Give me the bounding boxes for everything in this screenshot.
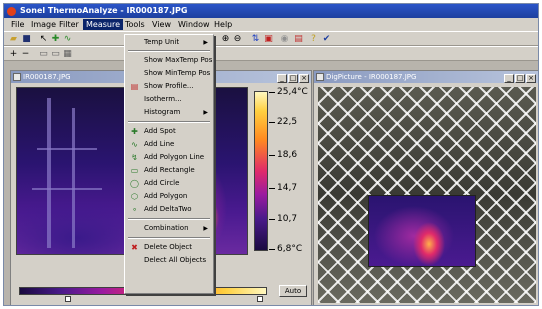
scale-label: 14,7 (277, 183, 298, 193)
thermal-overlay[interactable] (368, 195, 476, 267)
scale-label: 18,6 (277, 150, 298, 160)
photo-window-title: DigPicture - IR000187.JPG (326, 73, 417, 81)
menu-view[interactable]: View (149, 19, 174, 30)
menu-window[interactable]: Window (175, 19, 213, 30)
paste-icon[interactable]: ▭ (50, 49, 61, 59)
submenu-arrow-icon: ▶ (203, 225, 208, 232)
menu-bar: File Image Filter Measure Tools View Win… (4, 18, 538, 31)
menu-item-add-spot[interactable]: ✚ Add Spot (126, 126, 212, 137)
maximize-icon[interactable]: □ (515, 74, 525, 83)
menu-item-show-profile[interactable]: ▤ Show Profile... (126, 81, 212, 92)
title-bar: Sonel ThermoAnalyze - IR000187.JPG (4, 4, 538, 18)
digital-picture-window: DigPicture - IR000187.JPG _ □ × (313, 70, 538, 305)
scale-label-max: 25,4°C (277, 87, 308, 97)
palette-icon[interactable]: ▤ (293, 34, 304, 44)
rectangle-icon: ▭ (130, 166, 139, 175)
zoom-in-icon[interactable]: ⊕ (220, 34, 231, 44)
range-max-handle[interactable] (257, 296, 263, 302)
save-icon[interactable]: ■ (21, 34, 32, 44)
maximize-icon[interactable]: □ (288, 74, 298, 83)
main-toolbar: ▰ ■ ↖ ✚ ∿ ⊕ ⊖ ⇅ ▣ ◉ ▤ ? ✔ (4, 31, 538, 46)
polyline-icon: ↯ (131, 153, 138, 162)
measure-dropdown-menu: Temp Unit ▶ Show MaxTemp Pos Show MinTemp… (124, 34, 214, 294)
menu-item-add-circle[interactable]: ◯ Add Circle (126, 178, 212, 189)
line-icon: ∿ (131, 140, 138, 149)
menu-item-add-polygon[interactable]: ⬡ Add Polygon (126, 191, 212, 202)
menu-item-add-deltatwo[interactable]: ∘ Add DeltaTwo (126, 204, 212, 215)
menu-item-add-line[interactable]: ∿ Add Line (126, 139, 212, 150)
mdi-workspace: IR000187.JPG _ □ × 25,4°C 22,5 18,6 14,7… (4, 61, 538, 305)
thermal-window-title: IR000187.JPG (23, 73, 71, 81)
document-icon (13, 73, 21, 81)
disc-icon[interactable]: ◉ (279, 34, 290, 44)
spot-icon: ✚ (131, 127, 138, 136)
menu-item-isotherm[interactable]: Isotherm... (126, 94, 212, 105)
app-title: Sonel ThermoAnalyze - IR000187.JPG (20, 6, 188, 15)
minus-icon[interactable]: − (20, 49, 31, 59)
add-spot-tool-icon[interactable]: ✚ (50, 34, 61, 44)
menu-item-add-rectangle[interactable]: ▭ Add Rectangle (126, 165, 212, 176)
secondary-toolbar: + − ▭ ▭ ▦ (4, 46, 538, 61)
menu-help[interactable]: Help (211, 19, 235, 30)
circle-icon: ◯ (130, 179, 139, 188)
delete-icon: ✖ (131, 243, 138, 252)
profile-icon: ▤ (130, 82, 139, 91)
photo-window-titlebar: DigPicture - IR000187.JPG _ □ × (314, 71, 538, 83)
menu-item-delete-all-objects[interactable]: Delect All Objects (126, 255, 212, 266)
menu-item-temp-unit[interactable]: Temp Unit ▶ (126, 37, 212, 48)
auto-button[interactable]: Auto (279, 285, 307, 297)
digital-photo (318, 87, 536, 303)
minimize-icon[interactable]: _ (504, 74, 514, 83)
menu-image[interactable]: Image (28, 19, 59, 30)
open-folder-icon[interactable]: ▰ (8, 34, 19, 44)
menu-item-histogram[interactable]: Histogram ▶ (126, 107, 212, 118)
scale-label: 10,7 (277, 214, 298, 224)
delta-icon: ∘ (131, 205, 137, 214)
menu-filter[interactable]: Filter (56, 19, 82, 30)
app-logo-icon (7, 7, 16, 16)
range-min-handle[interactable] (65, 296, 71, 302)
sort-icon[interactable]: ⇅ (250, 34, 261, 44)
scale-label: 22,5 (277, 117, 298, 127)
menu-item-show-mintemp[interactable]: Show MinTemp Pos (126, 68, 212, 79)
submenu-arrow-icon: ▶ (203, 39, 208, 46)
document-icon (316, 73, 324, 81)
copy-icon[interactable]: ▭ (38, 49, 49, 59)
grid-icon[interactable]: ▦ (62, 49, 73, 59)
temperature-scale-bar (254, 91, 268, 251)
scale-label-min: 6,8°C (277, 244, 303, 254)
zoom-out-icon[interactable]: ⊖ (232, 34, 243, 44)
menu-item-show-maxtemp[interactable]: Show MaxTemp Pos (126, 55, 212, 66)
add-line-tool-icon[interactable]: ∿ (62, 34, 73, 44)
menu-item-combination[interactable]: Combination ▶ (126, 223, 212, 234)
minimize-icon[interactable]: _ (277, 74, 287, 83)
menu-file[interactable]: File (8, 19, 27, 30)
image-icon[interactable]: ▣ (263, 34, 274, 44)
context-help-icon[interactable]: ✔ (321, 34, 332, 44)
submenu-arrow-icon: ▶ (203, 109, 208, 116)
pointer-icon[interactable]: ↖ (38, 34, 49, 44)
help-icon[interactable]: ? (308, 34, 319, 44)
menu-measure[interactable]: Measure (83, 19, 123, 30)
polygon-icon: ⬡ (131, 192, 138, 201)
app-window: Sonel ThermoAnalyze - IR000187.JPG File … (3, 3, 539, 306)
close-icon[interactable]: × (526, 74, 536, 83)
menu-item-delete-object[interactable]: ✖ Delete Object (126, 242, 212, 253)
plus-icon[interactable]: + (8, 49, 19, 59)
close-icon[interactable]: × (299, 74, 309, 83)
menu-tools[interactable]: Tools (122, 19, 148, 30)
menu-item-add-polygon-line[interactable]: ↯ Add Polygon Line (126, 152, 212, 163)
